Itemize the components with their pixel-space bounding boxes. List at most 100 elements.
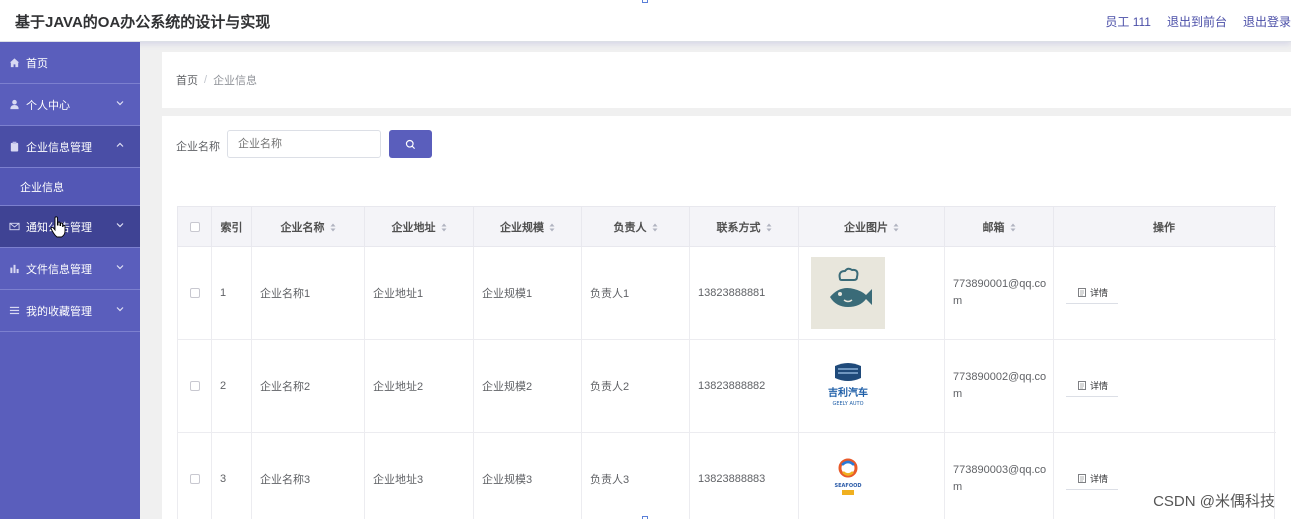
chart-icon — [8, 263, 20, 275]
cell-index: 2 — [211, 339, 252, 433]
sort-icon[interactable] — [766, 223, 772, 232]
company-logo-image[interactable]: SEAFOOD — [811, 443, 885, 515]
header-links: 员工 111 退出到前台 退出登录 — [1105, 13, 1291, 30]
main-content: 首页 / 企业信息 企业名称 索引 企业名称 企业地址 企业规模 负责人 联系方… — [140, 42, 1291, 519]
document-icon — [1078, 288, 1086, 297]
column-header-phone[interactable]: 联系方式 — [689, 206, 799, 247]
document-icon — [1078, 474, 1086, 483]
sidebar: 首页 个人中心 企业信息管理 企业信息 通知公告管理 文件信息管理 我 — [0, 42, 140, 519]
top-header: 基于JAVA的OA办公系统的设计与实现 员工 111 退出到前台 退出登录 — [0, 0, 1291, 42]
scroll-indicator-top — [642, 0, 648, 3]
column-header-image[interactable]: 企业图片 — [798, 206, 945, 247]
cell-manager: 负责人2 — [581, 339, 690, 433]
sidebar-item-label: 个人中心 — [26, 99, 70, 112]
cell-name: 企业名称2 — [251, 339, 365, 433]
sidebar-item-personal-center[interactable]: 个人中心 — [0, 84, 140, 126]
row-checkbox[interactable] — [189, 288, 200, 299]
cell-action: 详情 — [1053, 339, 1275, 433]
cell-scale: 企业规模1 — [473, 246, 582, 340]
sidebar-item-label: 首页 — [26, 57, 48, 70]
watermark: CSDN @米偶科技 — [1153, 493, 1275, 510]
sidebar-item-label: 我的收藏管理 — [26, 305, 92, 318]
detail-button[interactable]: 详情 — [1066, 468, 1119, 490]
list-panel: 企业名称 索引 企业名称 企业地址 企业规模 负责人 联系方式 企业图片 邮箱 — [162, 116, 1291, 519]
cell-phone: 13823888882 — [689, 339, 799, 433]
cell-address: 企业地址2 — [364, 339, 474, 433]
sort-icon[interactable] — [330, 223, 336, 232]
row-checkbox[interactable] — [189, 474, 200, 485]
cell-phone: 13823888881 — [689, 246, 799, 340]
chevron-down-icon — [116, 265, 124, 270]
cell-address: 企业地址3 — [364, 432, 474, 519]
sort-icon[interactable] — [441, 223, 447, 232]
company-name-search-input[interactable] — [227, 130, 381, 158]
sidebar-item-file-management[interactable]: 文件信息管理 — [0, 248, 140, 290]
sidebar-item-notice-management[interactable]: 通知公告管理 — [0, 206, 140, 248]
chevron-down-icon — [116, 101, 124, 106]
cell-address: 企业地址1 — [364, 246, 474, 340]
cell-manager: 负责人3 — [581, 432, 690, 519]
cell-email: 773890001@qq.com — [944, 246, 1054, 340]
cell-email: 773890002@qq.com — [944, 339, 1054, 433]
table-row: 1 企业名称1 企业地址1 企业规模1 负责人1 13823888881 773… — [177, 246, 1275, 340]
sort-icon[interactable] — [549, 223, 555, 232]
column-header-index: 索引 — [211, 206, 252, 247]
sort-icon[interactable] — [893, 223, 899, 232]
sidebar-item-label: 企业信息管理 — [26, 141, 92, 154]
detail-button[interactable]: 详情 — [1066, 375, 1119, 397]
company-logo-image[interactable]: 吉利汽车 GEELY AUTO — [811, 350, 885, 422]
sidebar-item-company-management[interactable]: 企业信息管理 — [0, 126, 140, 168]
seafood-logo-text: SEAFOOD — [835, 483, 862, 489]
column-header-email[interactable]: 邮箱 — [944, 206, 1054, 247]
cell-email: 773890003@qq.com — [944, 432, 1054, 519]
hand-cursor-icon — [50, 216, 66, 238]
cell-action: 详情 — [1053, 246, 1275, 340]
table-row: 3 企业名称3 企业地址3 企业规模3 负责人3 13823888883 SEA… — [177, 432, 1275, 519]
column-header-action: 操作 — [1053, 206, 1275, 247]
breadcrumb-current: 企业信息 — [213, 75, 258, 87]
column-header-manager[interactable]: 负责人 — [581, 206, 690, 247]
row-select-cell[interactable] — [177, 246, 212, 340]
column-header-scale[interactable]: 企业规模 — [473, 206, 582, 247]
sidebar-item-favorites-management[interactable]: 我的收藏管理 — [0, 290, 140, 332]
row-checkbox[interactable] — [189, 381, 200, 392]
search-button[interactable] — [389, 130, 432, 158]
table-header-row: 索引 企业名称 企业地址 企业规模 负责人 联系方式 企业图片 邮箱 操作 — [177, 206, 1275, 247]
breadcrumb-home[interactable]: 首页 — [176, 72, 198, 88]
detail-button[interactable]: 详情 — [1066, 282, 1119, 304]
user-name-link[interactable]: 员工 111 — [1105, 13, 1151, 30]
cell-image — [798, 246, 945, 340]
company-table: 索引 企业名称 企业地址 企业规模 负责人 联系方式 企业图片 邮箱 操作 1 … — [177, 206, 1275, 519]
app-title: 基于JAVA的OA办公系统的设计与实现 — [15, 14, 271, 31]
sidebar-subitem-company-info[interactable]: 企业信息 — [0, 168, 140, 206]
select-all-checkbox[interactable] — [189, 221, 200, 232]
sort-icon[interactable] — [652, 223, 658, 232]
cell-scale: 企业规模3 — [473, 432, 582, 519]
sidebar-item-label: 文件信息管理 — [26, 263, 92, 276]
clipboard-icon — [8, 141, 20, 153]
column-header-name[interactable]: 企业名称 — [251, 206, 365, 247]
chevron-down-icon — [116, 223, 124, 228]
row-select-cell[interactable] — [177, 432, 212, 519]
company-logo-image[interactable] — [811, 257, 885, 329]
back-to-front-link[interactable]: 退出到前台 — [1167, 13, 1227, 30]
select-all-cell[interactable] — [177, 206, 212, 247]
user-icon — [8, 99, 20, 111]
logout-link[interactable]: 退出登录 — [1243, 13, 1291, 30]
cell-index: 3 — [211, 432, 252, 519]
sidebar-item-home[interactable]: 首页 — [0, 42, 140, 84]
row-select-cell[interactable] — [177, 339, 212, 433]
cell-name: 企业名称1 — [251, 246, 365, 340]
cell-name: 企业名称3 — [251, 432, 365, 519]
geely-logo-subtext: GEELY AUTO — [832, 401, 863, 407]
cell-image: 吉利汽车 GEELY AUTO — [798, 339, 945, 433]
chevron-up-icon — [116, 142, 124, 147]
geely-logo-text: 吉利汽车 — [828, 386, 868, 399]
column-header-address[interactable]: 企业地址 — [364, 206, 474, 247]
geely-logo-icon: 吉利汽车 GEELY AUTO — [828, 363, 868, 407]
sort-icon[interactable] — [1010, 223, 1016, 232]
chef-fish-logo-icon — [830, 267, 872, 307]
seafood-logo-icon: SEAFOOD — [835, 458, 862, 495]
cell-index: 1 — [211, 246, 252, 340]
chevron-down-icon — [116, 307, 124, 312]
